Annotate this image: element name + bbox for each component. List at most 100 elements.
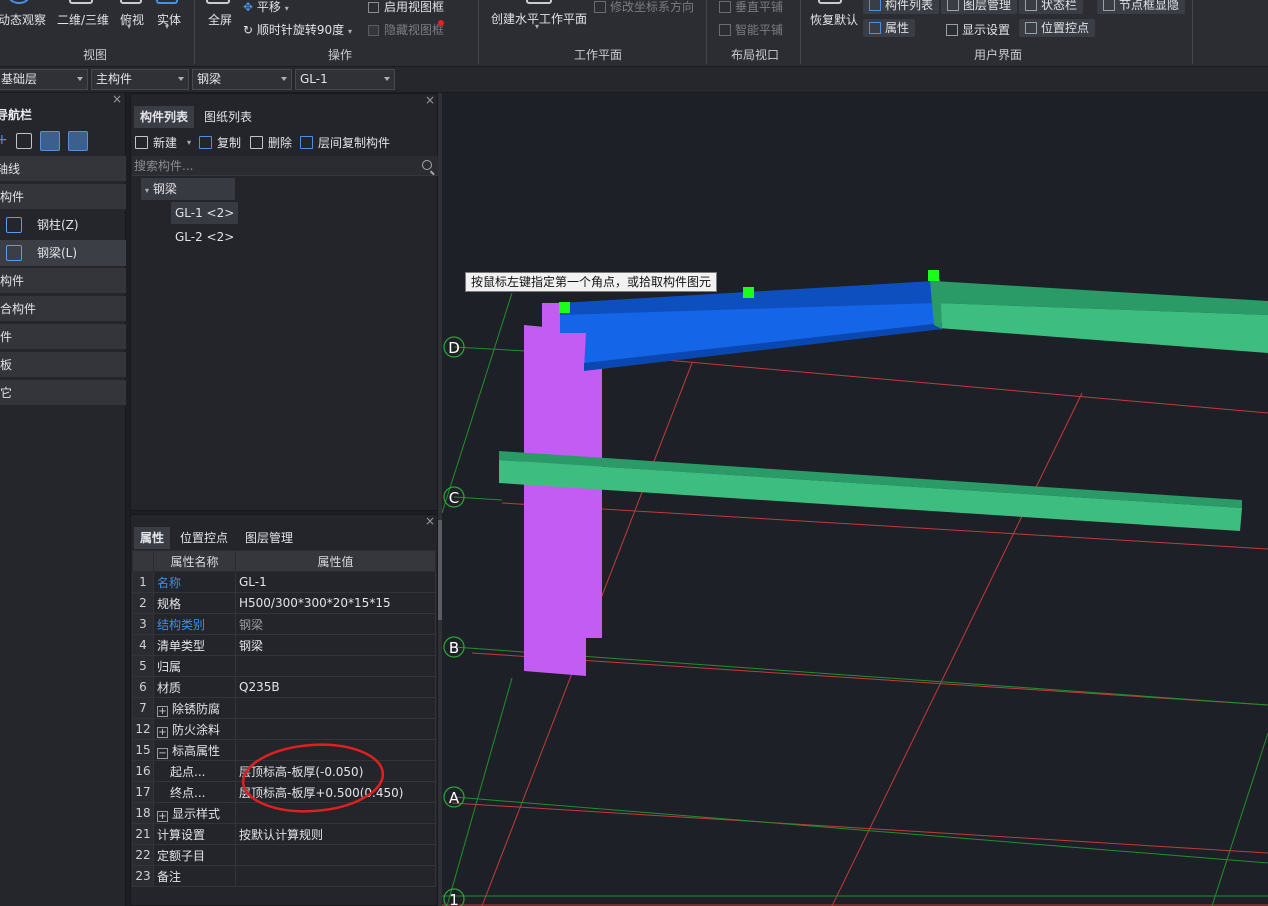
table-row[interactable]: 3 结构类别 钢梁 (132, 613, 436, 635)
nav-category-main[interactable]: 主构件 (0, 184, 126, 210)
solid-dropdown-icon[interactable]: ▾ (165, 22, 169, 31)
detail-view-icon[interactable] (68, 131, 88, 151)
steel-beam-green-top[interactable] (934, 281, 1268, 353)
tab-properties[interactable]: 属性 (134, 527, 171, 549)
viewport-scene[interactable]: D C B A 1 (442, 93, 1268, 906)
rotate-cw-button[interactable]: ↻ 顺时针旋转90度 ▾ (243, 21, 352, 38)
floor-select[interactable]: 基础层 (0, 69, 88, 90)
toggle-2d-3d-button[interactable]: 二维/三维 (57, 11, 109, 28)
property-value[interactable] (235, 865, 436, 887)
tree-root-steel-beam[interactable]: ▾ 钢梁 (141, 178, 235, 200)
nav-category-combined[interactable]: 组合构件 (0, 296, 126, 322)
nav-category-panel[interactable]: 面板 (0, 352, 126, 378)
property-value[interactable]: 钢梁 (235, 613, 436, 635)
header-property-name: 属性名称 (153, 550, 236, 572)
component-list-toggle[interactable]: 构件列表 (863, 0, 940, 14)
layer-icon (947, 0, 959, 11)
nav-category-other[interactable]: 其它 (0, 380, 126, 406)
table-row[interactable]: 22 定额子目 (132, 844, 436, 866)
collapse-minus-icon[interactable]: − (157, 747, 168, 759)
table-row[interactable]: 7 + 除锈防腐 (132, 697, 436, 719)
fullscreen-button[interactable]: 全屏 (208, 11, 232, 28)
property-name-group[interactable]: + 防火涂料 (153, 718, 236, 740)
property-value[interactable] (235, 844, 436, 866)
enable-view-frame-checkbox[interactable]: 启用视图框 (368, 0, 444, 15)
grip-end[interactable] (928, 270, 939, 281)
expand-plus-icon[interactable]: + (157, 705, 168, 717)
copy-between-floors-button[interactable]: 层间复制构件 (300, 134, 390, 152)
top-view-button[interactable]: 俯视 (120, 11, 144, 28)
nav-category-secondary[interactable]: 次构件 (0, 268, 126, 294)
nav-category-parts[interactable]: 零件 (0, 324, 126, 350)
property-name-group[interactable]: − 标高属性 (153, 739, 236, 761)
tree-item-gl2[interactable]: GL-2 <2> (171, 226, 238, 248)
tab-position-control[interactable]: 位置控点 (174, 527, 234, 549)
dynamic-orbit-button[interactable]: 动态观察 (0, 11, 46, 28)
component-category-select[interactable]: 钢梁 (192, 69, 292, 90)
grip-mid[interactable] (743, 287, 754, 298)
table-row[interactable]: 12 + 防火涂料 (132, 718, 436, 740)
property-name-group[interactable]: + 除锈防腐 (153, 697, 236, 719)
row-number: 17 (132, 781, 154, 803)
expand-arrow-icon[interactable]: ▾ (145, 186, 149, 195)
top-view-dropdown-icon[interactable]: ▾ (127, 22, 131, 31)
expand-plus-icon[interactable]: + (157, 810, 168, 822)
copy-button[interactable]: 复制 (199, 134, 241, 152)
nav-category-axis[interactable]: 轴线 (0, 156, 126, 182)
delete-button[interactable]: 删除 (250, 134, 292, 152)
properties-toggle[interactable]: 属性 (863, 19, 916, 37)
grip-start[interactable] (559, 302, 570, 313)
table-row[interactable]: 1 名称 GL-1 (132, 571, 436, 593)
property-name-group[interactable]: + 显示样式 (153, 802, 236, 824)
expand-plus-icon[interactable]: + (157, 726, 168, 738)
property-value[interactable]: Q235B (235, 676, 436, 698)
component-name-select[interactable]: GL-1 (295, 69, 395, 90)
tab-drawing-list[interactable]: 图纸列表 (198, 106, 258, 128)
table-row[interactable]: 23 备注 (132, 865, 436, 887)
hide-view-frame-checkbox[interactable]: 隐藏视图框 (368, 21, 444, 38)
search-icon[interactable] (422, 160, 432, 170)
close-icon[interactable]: × (425, 94, 435, 106)
position-control-toggle[interactable]: 位置控点 (1019, 19, 1096, 37)
restore-default-button[interactable]: 恢复默认 (810, 11, 858, 28)
list-view-icon[interactable] (40, 131, 60, 151)
node-frame-toggle[interactable]: 节点框显隐 (1097, 0, 1186, 14)
close-icon[interactable]: × (112, 93, 122, 105)
workplane-group-label: 工作平面 (573, 48, 622, 62)
table-row[interactable]: 4 清单类型 钢梁 (132, 634, 436, 656)
grid-view-icon[interactable] (16, 133, 32, 149)
property-value[interactable]: 钢梁 (235, 634, 436, 656)
tab-layer-manage[interactable]: 图层管理 (239, 527, 299, 549)
status-bar-toggle[interactable]: 状态栏 (1019, 0, 1084, 14)
nav-item-steel-column[interactable]: 钢柱(Z) (0, 212, 126, 238)
new-dropdown-icon[interactable]: ▾ (187, 134, 191, 152)
property-value[interactable]: 按默认计算规则 (235, 823, 436, 845)
tab-component-list[interactable]: 构件列表 (134, 106, 195, 128)
nav-item-steel-beam[interactable]: 钢梁(L) (0, 240, 126, 266)
close-icon[interactable]: × (425, 515, 435, 527)
smart-tile-button[interactable]: 智能平铺 (719, 21, 783, 38)
vertical-tile-button[interactable]: 垂直平铺 (719, 0, 783, 15)
table-row[interactable]: 2 规格 H500/300*300*20*15*15 (132, 592, 436, 614)
modify-coord-dir-button[interactable]: 修改坐标系方向 (594, 0, 694, 15)
pan-button[interactable]: ✥ 平移 ▾ (243, 0, 289, 15)
component-type-select[interactable]: 主构件 (91, 69, 189, 90)
tree-item-gl1[interactable]: GL-1 <2> (171, 202, 239, 224)
plus-icon[interactable]: + (0, 131, 16, 151)
table-row[interactable]: 6 材质 Q235B (132, 676, 436, 698)
property-name: 终点... (153, 781, 236, 803)
3d-viewport[interactable]: D C B A 1 按鼠标左键指定第一个角点，或拾取构件图元 (442, 93, 1268, 906)
workplane-dropdown-icon[interactable]: ▾ (535, 22, 539, 31)
grid-line (453, 496, 503, 501)
display-settings-button[interactable]: 显示设置 (946, 21, 1010, 38)
new-component-button[interactable]: 新建 (135, 134, 177, 152)
steel-beam-green-mid[interactable] (499, 451, 1242, 531)
property-value[interactable] (235, 655, 436, 677)
table-row[interactable]: 5 归属 (132, 655, 436, 677)
layer-manage-toggle[interactable]: 图层管理 (941, 0, 1018, 14)
search-input[interactable] (132, 156, 412, 176)
property-value[interactable]: H500/300*300*20*15*15 (235, 592, 436, 614)
property-value[interactable]: GL-1 (235, 571, 436, 593)
command-tooltip: 按鼠标左键指定第一个角点，或拾取构件图元 (465, 272, 718, 292)
table-row[interactable]: 21 计算设置 按默认计算规则 (132, 823, 436, 845)
